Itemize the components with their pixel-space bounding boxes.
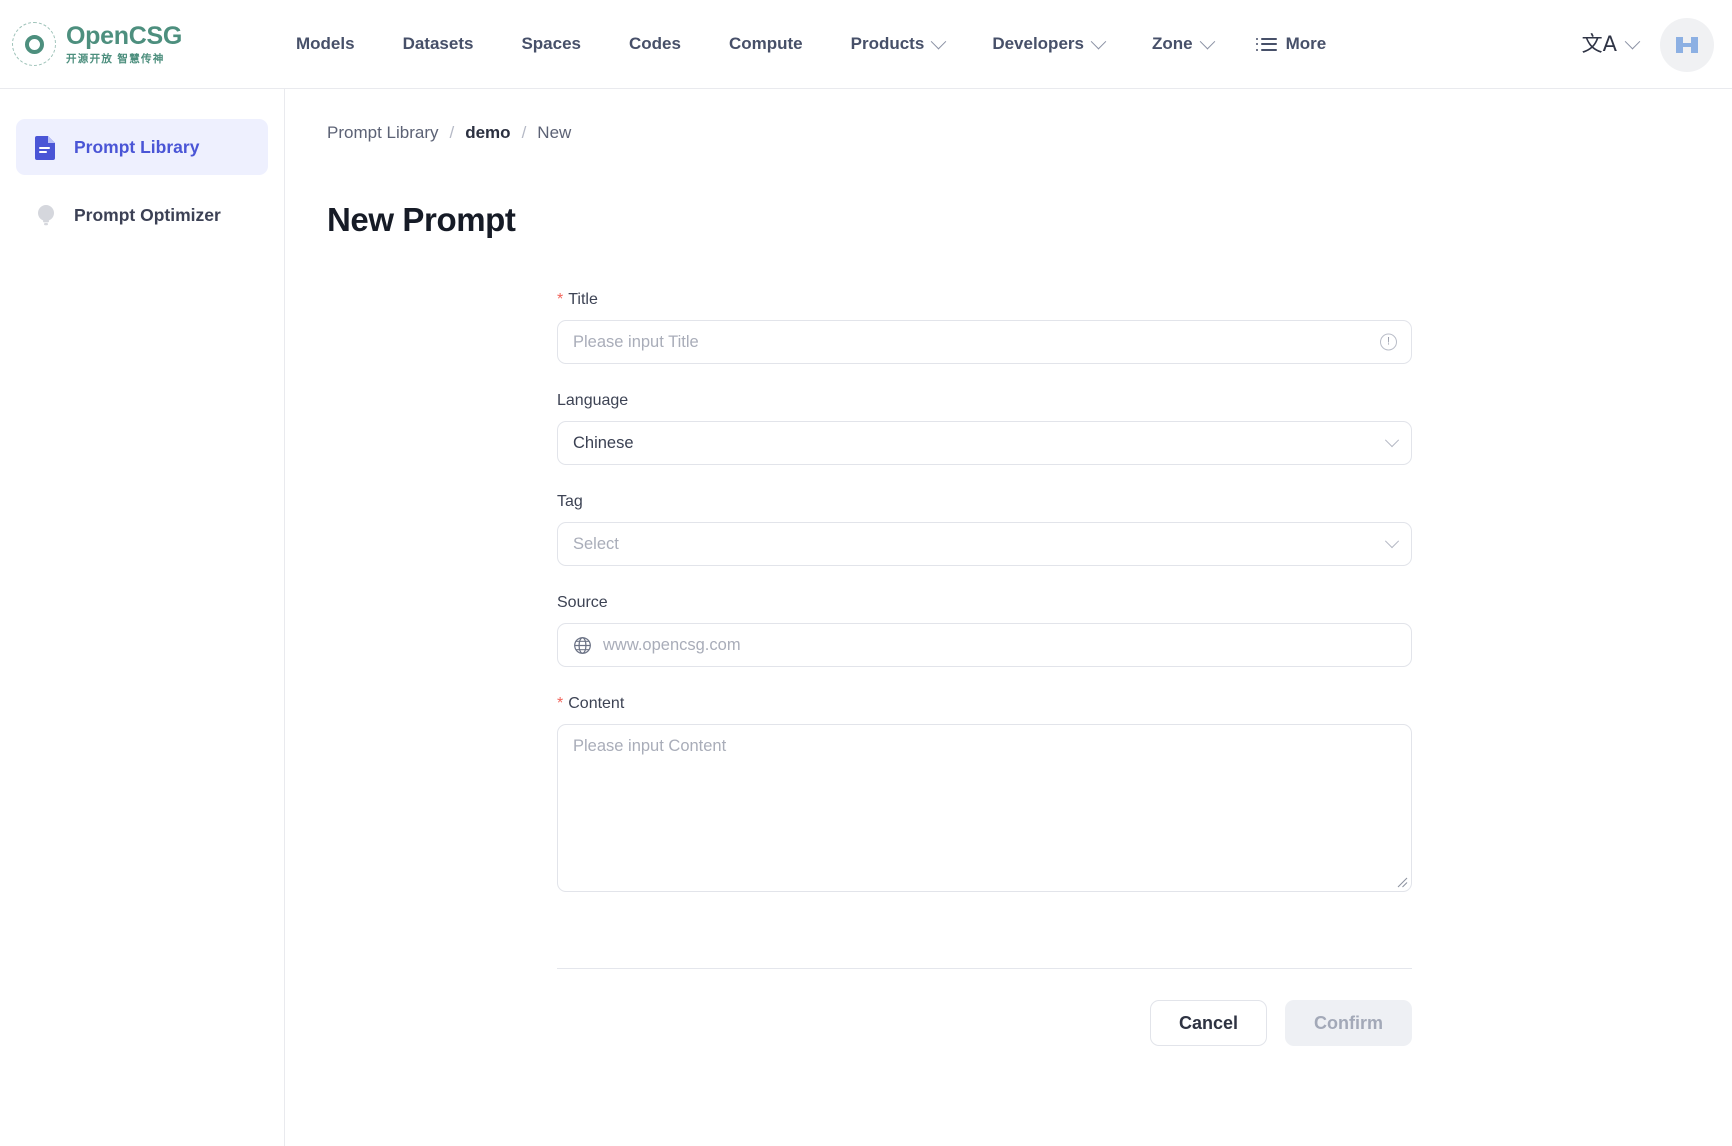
- nav-item-models[interactable]: Models: [272, 26, 379, 62]
- nav-label: More: [1285, 34, 1327, 53]
- avatar[interactable]: [1660, 17, 1714, 72]
- sidebar-item-prompt-library[interactable]: Prompt Library: [16, 119, 268, 175]
- page-title: New Prompt: [327, 201, 516, 238]
- label-text: Title: [568, 291, 598, 308]
- brand-logo[interactable]: OpenCSG 开源开放 智慧传神: [12, 22, 262, 66]
- field-source: Source www.opencsg.com: [557, 594, 1412, 667]
- language-select-value: Chinese: [573, 433, 634, 452]
- sidebar-item-label: Prompt Library: [74, 136, 200, 157]
- source-input-placeholder: www.opencsg.com: [603, 635, 741, 654]
- confirm-button[interactable]: Confirm: [1285, 1000, 1412, 1046]
- nav-item-datasets[interactable]: Datasets: [379, 26, 498, 62]
- nav-label: Models: [296, 34, 355, 53]
- label-text: Language: [557, 392, 629, 409]
- nav-item-compute[interactable]: Compute: [705, 26, 827, 62]
- top-navigation-bar: OpenCSG 开源开放 智慧传神 Models Datasets Spaces…: [0, 0, 1732, 89]
- nav-label: Codes: [628, 34, 681, 53]
- globe-icon: [574, 636, 591, 654]
- field-label-tag: Tag: [557, 493, 1412, 511]
- nav-label: Zone: [1151, 34, 1193, 53]
- required-asterisk: *: [557, 291, 564, 308]
- label-text: Source: [557, 594, 608, 611]
- sidebar-item-prompt-optimizer[interactable]: Prompt Optimizer: [16, 187, 268, 243]
- breadcrumb-middle[interactable]: demo: [465, 123, 510, 143]
- chevron-down-icon: [1090, 33, 1107, 49]
- nav-item-more[interactable]: More: [1237, 26, 1351, 62]
- nav-label: Developers: [992, 34, 1084, 53]
- breadcrumb-separator: /: [521, 123, 527, 142]
- field-language: Language Chinese: [557, 392, 1412, 465]
- nav-item-developers[interactable]: Developers: [968, 26, 1128, 62]
- chevron-down-icon: [1384, 433, 1400, 448]
- language-select[interactable]: Chinese: [557, 421, 1412, 465]
- tag-select[interactable]: Select: [557, 522, 1412, 566]
- document-icon: [35, 136, 55, 160]
- nav-item-zone[interactable]: Zone: [1128, 26, 1237, 62]
- nav-item-products[interactable]: Products: [827, 26, 969, 62]
- page-body: Prompt Library Prompt Optimizer Prompt L…: [0, 89, 1732, 1146]
- chevron-down-icon: [1384, 534, 1400, 549]
- field-label-content: * Content: [557, 695, 1412, 713]
- title-input[interactable]: Please input Title !: [557, 320, 1412, 364]
- chevron-down-icon: [1624, 33, 1641, 50]
- field-label-source: Source: [557, 594, 1412, 612]
- opencsg-logo-icon: [12, 22, 56, 66]
- form-divider: [557, 968, 1412, 969]
- primary-nav-links: Models Datasets Spaces Codes Compute Pro…: [272, 26, 1350, 62]
- brand-name: OpenCSG: [66, 21, 182, 50]
- main-content: Prompt Library / demo / New New Prompt *…: [285, 89, 1732, 1146]
- content-textarea-placeholder: Please input Content: [573, 737, 727, 755]
- nav-label: Compute: [728, 34, 803, 53]
- nav-item-spaces[interactable]: Spaces: [497, 26, 605, 62]
- user-avatar-icon: [1676, 36, 1698, 53]
- tag-select-placeholder: Select: [573, 534, 619, 553]
- field-content: * Content Please input Content: [557, 695, 1412, 892]
- nav-label: Spaces: [521, 34, 581, 53]
- nav-label: Products: [850, 34, 925, 53]
- brand-tagline: 开源开放 智慧传神: [66, 52, 165, 65]
- warning-circle-icon: !: [1380, 333, 1397, 351]
- sidebar: Prompt Library Prompt Optimizer: [0, 89, 285, 1146]
- sidebar-item-label: Prompt Optimizer: [74, 204, 221, 225]
- field-title: * Title Please input Title !: [557, 291, 1412, 364]
- nav-right-cluster: 文A: [1582, 0, 1714, 89]
- nav-label: Datasets: [402, 34, 474, 53]
- chevron-down-icon: [1199, 33, 1215, 49]
- source-input[interactable]: www.opencsg.com: [557, 623, 1412, 667]
- lightbulb-icon: [38, 205, 54, 226]
- required-asterisk: *: [557, 695, 564, 712]
- content-textarea[interactable]: Please input Content: [557, 724, 1412, 892]
- resize-grip-icon[interactable]: [1395, 875, 1408, 888]
- warning-glyph: !: [1380, 333, 1397, 351]
- label-text: Tag: [557, 493, 583, 510]
- new-prompt-form: * Title Please input Title ! Language Ch…: [557, 291, 1412, 1046]
- field-label-language: Language: [557, 392, 1412, 410]
- chevron-down-icon: [931, 33, 947, 49]
- list-icon: [1255, 37, 1277, 51]
- translate-icon: 文A: [1581, 32, 1617, 56]
- language-switcher[interactable]: 文A: [1581, 32, 1641, 56]
- title-input-placeholder: Please input Title: [573, 332, 699, 351]
- field-tag: Tag Select: [557, 493, 1412, 566]
- label-text: Content: [568, 695, 625, 712]
- nav-item-codes[interactable]: Codes: [605, 26, 705, 62]
- form-actions: Cancel Confirm: [557, 1000, 1412, 1046]
- breadcrumb: Prompt Library / demo / New: [327, 123, 1690, 143]
- cancel-button[interactable]: Cancel: [1149, 1000, 1267, 1046]
- breadcrumb-separator: /: [449, 123, 455, 142]
- breadcrumb-current: New: [537, 123, 572, 142]
- breadcrumb-root[interactable]: Prompt Library: [327, 123, 438, 143]
- field-label-title: * Title: [557, 291, 1412, 309]
